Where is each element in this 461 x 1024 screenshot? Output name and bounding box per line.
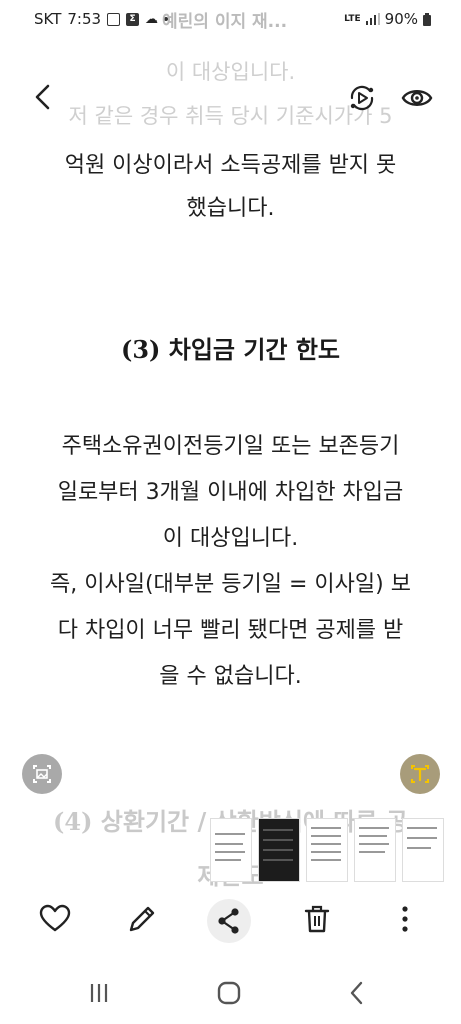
image-extract-button[interactable]: [22, 754, 62, 794]
back-nav-icon[interactable]: [342, 978, 372, 1008]
background-app-title: 예린의 이지 재...: [162, 12, 288, 32]
thumbnail-strip[interactable]: [210, 818, 444, 884]
share-button[interactable]: [207, 899, 251, 943]
article-line: 다 차입이 너무 빨리 됐다면 공제를 받: [57, 618, 404, 643]
thumbnail[interactable]: [354, 818, 396, 882]
home-icon[interactable]: [214, 978, 244, 1008]
thumbnail[interactable]: [306, 818, 348, 882]
trash-icon[interactable]: [300, 902, 334, 936]
article-line: 일로부터 3개월 이내에 차입한 차입금: [57, 480, 404, 505]
thumbnail[interactable]: [210, 818, 252, 882]
cloud-notification-icon: ☁: [145, 11, 159, 27]
text-recognize-icon: [411, 765, 429, 783]
share-icon: [218, 908, 239, 934]
signal-icon: [365, 13, 380, 25]
image-icon: [33, 765, 51, 783]
sigma-notification-icon: Σ: [126, 12, 140, 26]
battery-label: 90%: [384, 10, 418, 28]
heart-icon[interactable]: [38, 902, 72, 936]
article-line: 했습니다.: [186, 196, 275, 221]
article-line: 이 대상입니다.: [162, 526, 299, 551]
article-line: 주택소유권이전등기일 또는 보존등기: [61, 434, 400, 459]
article-line: 즉, 이사일(대부분 등기일 = 이사일) 보: [50, 572, 411, 597]
more-vertical-icon[interactable]: [388, 902, 422, 936]
recent-apps-icon[interactable]: [84, 978, 114, 1008]
section-heading: (3) 차입금 기간 한도: [120, 335, 341, 364]
article-line: 을 수 없습니다.: [159, 664, 302, 689]
thumbnail[interactable]: [402, 818, 444, 882]
battery-icon: [423, 12, 431, 26]
carrier-label: SKT: [34, 10, 62, 28]
system-nav-bar: [0, 960, 461, 1024]
status-left: SKT 7:53 Σ ☁: [34, 10, 169, 28]
article-body: 주택소유권이전등기일 또는 보존등기 일로부터 3개월 이내에 차입한 차입금 …: [0, 424, 461, 700]
article-line: 억원 이상이라서 소득공제를 받지 못: [64, 153, 397, 178]
status-right: LTE 90%: [344, 10, 431, 28]
status-bar: SKT 7:53 Σ ☁ 예린의 이지 재... LTE 90%: [0, 0, 461, 40]
network-label: LTE: [344, 14, 361, 24]
text-recognize-button[interactable]: [400, 754, 440, 794]
article-intro: 억원 이상이라서 소득공제를 받지 못 했습니다.: [0, 140, 461, 226]
time-label: 7:53: [67, 10, 102, 28]
rotate-play-icon[interactable]: [346, 82, 378, 114]
viewer-top-bar: [0, 70, 461, 124]
gallery-notification-icon: [107, 12, 121, 26]
thumbnail[interactable]: [258, 818, 300, 882]
eye-icon[interactable]: [400, 82, 434, 114]
back-chevron-icon[interactable]: [28, 82, 58, 112]
pencil-icon[interactable]: [125, 902, 159, 936]
